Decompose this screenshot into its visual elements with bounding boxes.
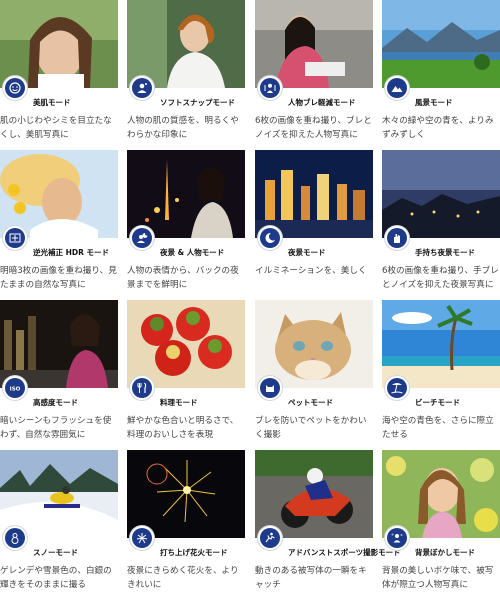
photo-woman-sunflowers bbox=[0, 150, 118, 238]
mode-description: 海や空の青色を、さらに際立たせる bbox=[382, 416, 494, 440]
snowman-icon bbox=[3, 526, 27, 550]
photo-motorcycle-racer bbox=[255, 450, 373, 538]
mode-description: 人物の肌の質感を、明るくやわらかな印象に bbox=[127, 116, 239, 140]
photo-woman-reading bbox=[255, 0, 373, 88]
mode-label: ビーチモード bbox=[415, 398, 460, 407]
mode-label: 打ち上げ花火モード bbox=[160, 548, 228, 557]
beach-icon bbox=[385, 376, 409, 400]
mode-card-landscape[interactable]: 風景モード 木々の緑や空の青を、よりみずみずしく bbox=[382, 0, 500, 150]
mode-card-snow[interactable]: スノーモード ゲレンデや雪景色の、白銀の輝きをそのままに撮る bbox=[0, 450, 118, 600]
mode-card-food[interactable]: 料理モード 鮮やかな色合いと明るさで、料理のおいしさを表現 bbox=[127, 300, 245, 450]
mode-label: 人物ブレ軽減モード bbox=[288, 98, 356, 107]
photo-woman-night-city bbox=[0, 300, 118, 388]
mode-description: イルミネーションを、美しく bbox=[255, 266, 367, 276]
night-portrait-icon bbox=[130, 226, 154, 250]
scene-mode-grid: 美肌モード 肌の小じわやシミを目立たなくし、美肌写真に ソフトスナップモード 人… bbox=[0, 0, 500, 600]
mode-label: ペットモード bbox=[288, 398, 333, 407]
mode-label: 風景モード bbox=[415, 98, 453, 107]
iso-icon: ISO bbox=[3, 376, 27, 400]
mode-label: 夜景モード bbox=[288, 248, 326, 257]
fireworks-icon bbox=[130, 526, 154, 550]
photo-twilight-town bbox=[382, 150, 500, 238]
mode-description: 6枚の画像を重ね撮り、手ブレとノイズを抑えた夜景写真に bbox=[382, 266, 499, 290]
mode-description: ブレを防いでペットをかわいく撮影 bbox=[255, 416, 367, 440]
photo-girl-flowers bbox=[382, 450, 500, 538]
photo-woman-portrait bbox=[0, 0, 118, 88]
photo-beach-palm bbox=[382, 300, 500, 388]
person-steady-icon bbox=[258, 76, 282, 100]
mountain-icon bbox=[385, 76, 409, 100]
hand-night-icon bbox=[385, 226, 409, 250]
mode-label: 背景ぼかしモード bbox=[415, 548, 475, 557]
photo-woman-smiling bbox=[127, 0, 245, 88]
mode-label: 高感度モード bbox=[33, 398, 78, 407]
mode-card-fireworks[interactable]: 打ち上げ花火モード 夜景にきらめく花火を、よりきれいに bbox=[127, 450, 245, 600]
photo-stuffed-tomatoes bbox=[127, 300, 245, 388]
mode-label: 夜景 & 人物モード bbox=[160, 248, 225, 257]
mode-card-background-blur[interactable]: 背景ぼかしモード 背景の美しいボケ味で、被写体が際立つ人物写真に bbox=[382, 450, 500, 600]
mode-description: 6枚の画像を重ね撮り、ブレとノイズを抑えた人物写真に bbox=[255, 116, 372, 140]
mode-card-high-sensitivity[interactable]: ISO 高感度モード 暗いシーンもフラッシュを使わず、自然な雰囲気に bbox=[0, 300, 118, 450]
mode-card-soft-snap[interactable]: ソフトスナップモード 人物の肌の質感を、明るくやわらかな印象に bbox=[127, 0, 245, 150]
hdr-backlight-icon bbox=[3, 226, 27, 250]
mode-description: 暗いシーンもフラッシュを使わず、自然な雰囲気に bbox=[0, 416, 112, 440]
photo-snowboarder bbox=[0, 450, 118, 538]
mode-description: 木々の緑や空の青を、よりみずみずしく bbox=[382, 116, 494, 140]
face-smile-icon bbox=[3, 76, 27, 100]
mode-label: 美肌モード bbox=[33, 98, 71, 107]
svg-text:ISO: ISO bbox=[10, 387, 21, 393]
sports-icon bbox=[258, 526, 282, 550]
fork-knife-icon bbox=[130, 376, 154, 400]
mode-label: 手持ち夜景モード bbox=[415, 248, 475, 257]
mode-card-people-blur-reduction[interactable]: 人物ブレ軽減モード 6枚の画像を重ね撮り、ブレとノイズを抑えた人物写真に bbox=[255, 0, 373, 150]
person-snap-icon bbox=[130, 76, 154, 100]
mode-description: 鮮やかな色合いと明るさで、料理のおいしさを表現 bbox=[127, 416, 239, 440]
mode-card-night-portrait[interactable]: 夜景 & 人物モード 人物の表情から、バックの夜景までを鮮明に bbox=[127, 150, 245, 300]
mode-description: 夜景にきらめく花火を、よりきれいに bbox=[127, 566, 239, 590]
mode-description: 動きのある被写体の一瞬をキャッチ bbox=[255, 566, 367, 590]
background-blur-icon bbox=[385, 526, 409, 550]
mode-card-beach[interactable]: ビーチモード 海や空の青色を、さらに際立たせる bbox=[382, 300, 500, 450]
mode-label: 逆光補正 HDR モード bbox=[33, 248, 109, 257]
mode-card-backlight-hdr[interactable]: 逆光補正 HDR モード 明暗3枚の画像を重ね撮り、見たままの自然な写真に bbox=[0, 150, 118, 300]
mode-label: スノーモード bbox=[33, 548, 78, 557]
mode-label: 料理モード bbox=[160, 398, 198, 407]
mode-card-beauty-skin[interactable]: 美肌モード 肌の小じわやシミを目立たなくし、美肌写真に bbox=[0, 0, 118, 150]
mode-card-pet[interactable]: ペットモード ブレを防いでペットをかわいく撮影 bbox=[255, 300, 373, 450]
photo-city-night bbox=[255, 150, 373, 238]
mode-label: ソフトスナップモード bbox=[160, 98, 235, 107]
mode-card-night-scene[interactable]: 夜景モード イルミネーションを、美しく bbox=[255, 150, 373, 300]
cat-icon bbox=[258, 376, 282, 400]
mode-description: 肌の小じわやシミを目立たなくし、美肌写真に bbox=[0, 116, 112, 140]
photo-lake-landscape bbox=[382, 0, 500, 88]
mode-card-advanced-sports[interactable]: アドバンストスポーツ撮影モード 動きのある被写体の一瞬をキャッチ bbox=[255, 450, 401, 600]
moon-icon bbox=[258, 226, 282, 250]
mode-description: 人物の表情から、バックの夜景までを鮮明に bbox=[127, 266, 239, 290]
photo-kitten bbox=[255, 300, 373, 388]
mode-description: ゲレンデや雪景色の、白銀の輝きをそのままに撮る bbox=[0, 566, 112, 590]
mode-card-handheld-night[interactable]: 手持ち夜景モード 6枚の画像を重ね撮り、手ブレとノイズを抑えた夜景写真に bbox=[382, 150, 500, 300]
photo-night-portrait bbox=[127, 150, 245, 238]
photo-fireworks bbox=[127, 450, 245, 538]
mode-description: 明暗3枚の画像を重ね撮り、見たままの自然な写真に bbox=[0, 266, 117, 290]
mode-description: 背景の美しいボケ味で、被写体が際立つ人物写真に bbox=[382, 566, 494, 590]
